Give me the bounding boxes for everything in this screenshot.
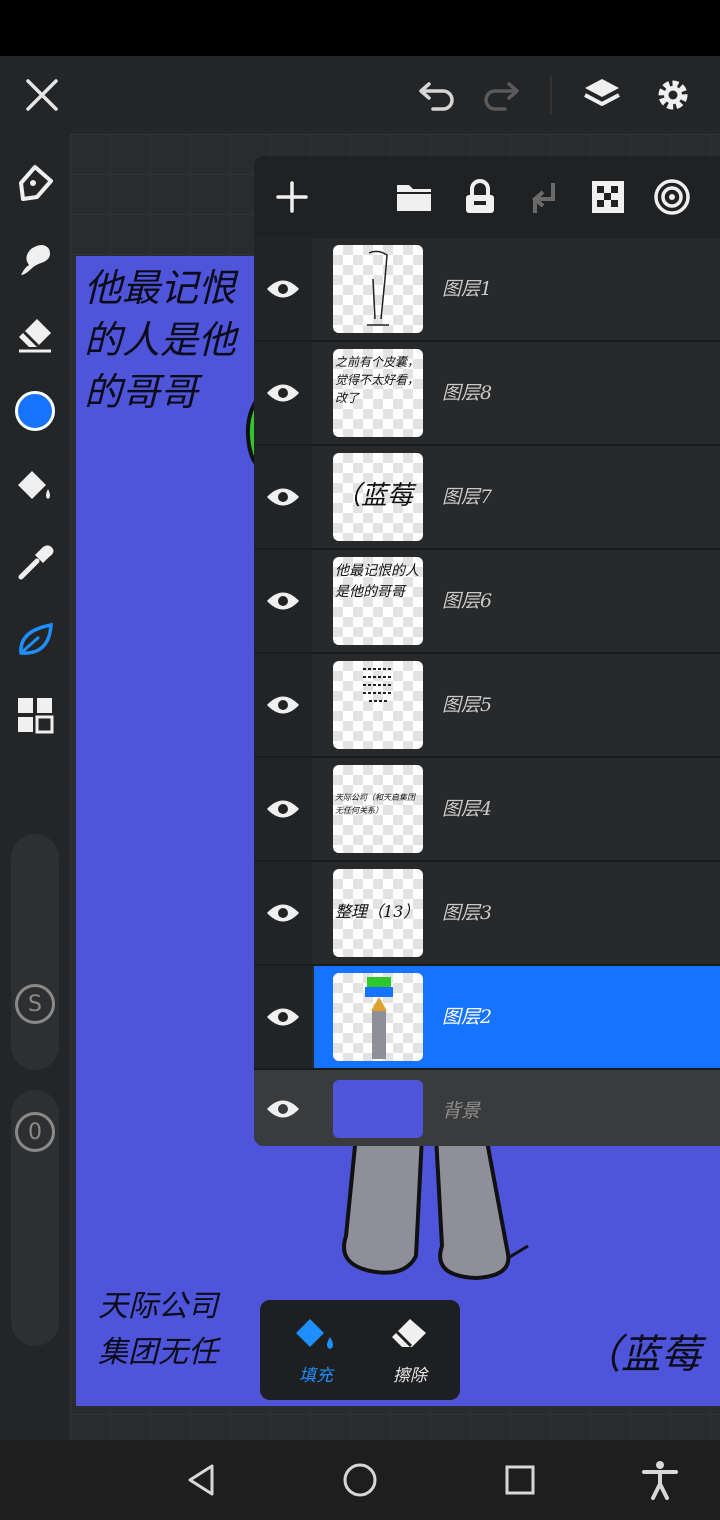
layer-thumbnail <box>333 245 423 333</box>
layer-row[interactable]: （蓝莓 图层7 <box>254 446 720 550</box>
visibility-eye-icon[interactable] <box>254 1070 312 1146</box>
brush-size-knob[interactable]: S <box>15 984 55 1024</box>
layer-main[interactable]: 背景 <box>314 1070 720 1146</box>
top-toolbar <box>0 56 720 134</box>
layer-main[interactable]: 他最记恨的人是他的哥哥 图层6 <box>314 550 720 652</box>
layer-thumbnail: 整理（13） <box>333 869 423 957</box>
layer-main[interactable]: 整理（13） 图层3 <box>314 862 720 964</box>
layers-icon[interactable] <box>576 68 628 122</box>
add-layer-icon[interactable] <box>266 172 318 222</box>
redo-icon[interactable] <box>476 70 526 120</box>
fill-label: 填充 <box>299 1365 333 1386</box>
layer-row[interactable]: 天际公司（和天启集团无任何关系） 图层4 <box>254 758 720 862</box>
brush-opacity-knob[interactable]: 0 <box>15 1112 55 1152</box>
leaf-brush-icon[interactable] <box>10 614 60 664</box>
character-feet-drawing <box>342 1136 529 1281</box>
background-layer-thumbnail <box>333 1080 423 1138</box>
home-icon[interactable] <box>334 1454 386 1506</box>
layer-main[interactable]: 之前有个皮囊，觉得不太好看，改了 图层8 <box>314 342 720 444</box>
recents-icon[interactable] <box>494 1454 546 1506</box>
layer-name: 图层5 <box>442 694 493 716</box>
accessibility-icon[interactable] <box>634 1454 686 1506</box>
layer-row[interactable]: 整理（13） 图层3 <box>254 862 720 966</box>
layer-main[interactable]: 天际公司（和天启集团无任何关系） 图层4 <box>314 758 720 860</box>
layer-name: 图层3 <box>442 902 493 924</box>
fill-mode-popup: 填充 擦除 <box>260 1300 460 1400</box>
layer-thumbnail-text: 天际公司（和天启集团无任何关系） <box>335 793 415 815</box>
fill-bucket-icon[interactable] <box>10 462 60 512</box>
visibility-eye-icon[interactable] <box>254 654 312 756</box>
eyedropper-icon[interactable] <box>10 538 60 588</box>
folder-icon[interactable] <box>388 172 440 222</box>
close-icon[interactable] <box>18 70 66 120</box>
background-layer-row[interactable]: 背景 <box>254 1070 720 1146</box>
settings-icon[interactable] <box>648 70 698 120</box>
eraser-tool-icon[interactable] <box>10 310 60 360</box>
layer-name: 图层2 <box>442 1006 493 1028</box>
layer-name: 图层6 <box>442 590 493 612</box>
layer-row[interactable]: 图层1 <box>254 238 720 342</box>
layer-main[interactable]: （蓝莓 图层7 <box>314 446 720 548</box>
layer-thumbnail-text: 整理（13） <box>335 902 420 921</box>
layer-thumbnail: 之前有个皮囊，觉得不太好看，改了 <box>333 349 423 437</box>
erase-label: 擦除 <box>393 1365 427 1386</box>
layer-name: 图层7 <box>442 486 493 508</box>
visibility-eye-icon[interactable] <box>254 342 312 444</box>
layer-name: 图层4 <box>442 798 493 820</box>
status-bar <box>0 0 720 56</box>
layer-name: 图层8 <box>442 382 493 404</box>
fill-bucket-icon <box>296 1318 333 1349</box>
layer-row-selected[interactable]: 图层2 <box>254 966 720 1070</box>
lock-icon[interactable] <box>454 172 506 222</box>
toolbar-divider <box>550 76 552 114</box>
canvas-text-bottom: 天际公司 集团无任 <box>98 1289 218 1370</box>
background-layer-name: 背景 <box>442 1100 481 1122</box>
layer-main[interactable]: 图层2 <box>314 966 720 1068</box>
erase-option[interactable]: 擦除 <box>360 1300 460 1400</box>
back-icon[interactable] <box>176 1454 228 1506</box>
brush-opacity-slider[interactable]: 0 <box>11 1090 59 1346</box>
visibility-eye-icon[interactable] <box>254 446 312 548</box>
layer-name: 图层1 <box>442 278 493 300</box>
smudge-tool-icon[interactable] <box>10 234 60 284</box>
system-nav-bar <box>0 1440 720 1520</box>
layer-thumbnail <box>333 973 423 1061</box>
layer-row[interactable]: 图层5 <box>254 654 720 758</box>
current-color-swatch <box>15 391 55 431</box>
layer-thumbnail <box>333 661 423 749</box>
grid-icon[interactable] <box>10 690 60 740</box>
blend-mode-icon[interactable] <box>646 172 698 222</box>
merge-down-icon[interactable] <box>518 172 570 222</box>
visibility-eye-icon[interactable] <box>254 550 312 652</box>
layer-row[interactable]: 他最记恨的人是他的哥哥 图层6 <box>254 550 720 654</box>
layer-thumbnail-text: 他最记恨的人是他的哥哥 <box>335 563 419 600</box>
layer-main[interactable]: 图层1 <box>314 238 720 340</box>
drawing-app: S 0 他最记恨的人是他的哥哥 天际公司 集团无任 （蓝莓 图层1 之前有个皮囊… <box>0 56 720 1440</box>
layer-thumbnail-text: 之前有个皮囊，觉得不太好看，改了 <box>335 355 420 405</box>
brush-size-slider[interactable]: S <box>11 834 59 1070</box>
visibility-eye-icon[interactable] <box>254 966 312 1068</box>
undo-icon[interactable] <box>412 70 462 120</box>
layers-toolbar <box>254 156 720 238</box>
layer-thumbnail: 天际公司（和天启集团无任何关系） <box>333 765 423 853</box>
eraser-icon <box>392 1318 426 1347</box>
layer-thumbnail-text: （蓝莓 <box>335 481 414 511</box>
layer-row[interactable]: 之前有个皮囊，觉得不太好看，改了 图层8 <box>254 342 720 446</box>
visibility-eye-icon[interactable] <box>254 862 312 964</box>
layer-thumbnail: （蓝莓 <box>333 453 423 541</box>
color-picker[interactable] <box>10 386 60 436</box>
visibility-eye-icon[interactable] <box>254 238 312 340</box>
visibility-eye-icon[interactable] <box>254 758 312 860</box>
layers-panel: 图层1 之前有个皮囊，觉得不太好看，改了 图层8 （蓝莓 图层7 他最记恨的人是… <box>254 156 720 1146</box>
transparency-icon[interactable] <box>582 172 634 222</box>
layer-thumbnail: 他最记恨的人是他的哥哥 <box>333 557 423 645</box>
pen-tool-icon[interactable] <box>10 158 60 208</box>
canvas-text-right: （蓝莓 <box>581 1332 701 1378</box>
layer-main[interactable]: 图层5 <box>314 654 720 756</box>
fill-option[interactable]: 填充 <box>266 1300 366 1400</box>
tool-sidebar: S 0 <box>0 134 70 1440</box>
